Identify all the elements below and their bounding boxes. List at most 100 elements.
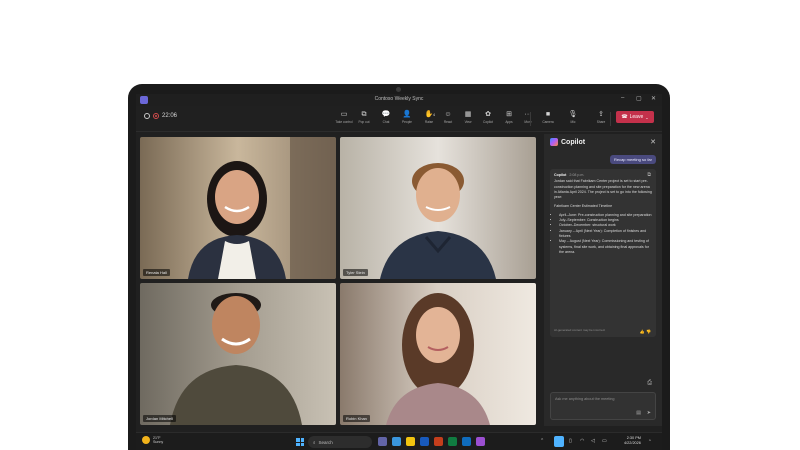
more-icon: ··· <box>524 111 532 118</box>
close-window-icon[interactable]: ✕ <box>651 95 656 102</box>
participant-name: Renata Hall <box>143 269 170 276</box>
toolbar-button-label: Pop out <box>358 120 370 124</box>
toolbar-button-label: Chat <box>382 120 390 124</box>
system-clock[interactable]: 2:30 PM 4/22/2026 <box>624 436 641 446</box>
clock-date: 4/22/2026 <box>624 441 641 445</box>
copilot-pane: Copilot ✕ Recap meeting so far Copilot 2… <box>544 134 662 426</box>
react-icon: ☺ <box>444 111 452 118</box>
outlook-app-icon[interactable] <box>462 437 471 446</box>
mic-icon: 🎙 <box>568 111 578 118</box>
excel-app-icon[interactable] <box>448 437 457 446</box>
title-bar: Contoso Weekly Sync – ▢ ✕ <box>136 94 662 106</box>
copilot-input[interactable]: Ask me anything about the meeting ▤ ➤ <box>550 392 656 420</box>
video-tile[interactable]: Tyler Stein <box>340 137 536 279</box>
share-icon: ⇪ <box>598 111 604 118</box>
feedback-icons[interactable]: 👍 👎 <box>640 329 651 334</box>
toolbar-button-label: Copilot <box>483 120 493 124</box>
take-control-icon: ▭ <box>340 111 348 118</box>
ai-disclaimer: AI-generated content may be incorrect <box>554 327 606 332</box>
battery-icon[interactable]: ▭ <box>602 438 607 444</box>
response-summary: Jordan said that Fabrikam Center project… <box>554 179 652 200</box>
view-button[interactable]: ▦ View <box>458 110 478 130</box>
copilot-title: Copilot <box>561 138 586 146</box>
response-author: Copilot <box>554 173 567 177</box>
copilot-app-icon[interactable] <box>476 437 485 446</box>
copy-icon[interactable]: ⧉ <box>647 172 651 178</box>
video-grid: Renata Hall Tyler Stein Jordan Mitchell … <box>140 137 540 425</box>
phone-hangup-icon: ☎ <box>621 114 628 120</box>
weather-temp: 21°F <box>153 436 161 440</box>
notification-bell-icon[interactable]: ◔ <box>648 438 651 444</box>
edge-app-icon[interactable] <box>392 437 401 446</box>
leave-button[interactable]: ☎ Leave ⌄ <box>616 111 654 123</box>
volume-icon[interactable]: ◁ <box>591 438 595 444</box>
toolbar-button-label: Share <box>596 120 606 124</box>
share-button[interactable]: ⇪ Share <box>591 110 611 130</box>
toolbar-divider <box>610 112 611 126</box>
search-placeholder: Search <box>318 439 333 445</box>
pop-out-icon: ⧉ <box>361 111 367 118</box>
video-tile[interactable]: Robin Khan <box>340 283 536 425</box>
tray-chevron-icon[interactable]: ⌃ <box>540 438 544 444</box>
leave-dropdown-icon[interactable]: ⌄ <box>645 115 648 120</box>
view-icon: ▦ <box>464 111 472 118</box>
maximize-icon[interactable]: ▢ <box>636 95 642 102</box>
notes-icon[interactable]: ▯ <box>569 438 572 444</box>
react-button[interactable]: ☺ React <box>438 110 458 130</box>
send-icon[interactable]: ➤ <box>647 410 651 416</box>
laptop-frame: Contoso Weekly Sync – ▢ ✕ 22:06 ▭ Take co… <box>128 84 670 450</box>
weather-desc: Sunny <box>153 440 164 445</box>
pop-out-button[interactable]: ⧉ Pop out <box>354 110 374 130</box>
response-time: 2:08 p.m. <box>569 173 585 177</box>
wifi-icon[interactable]: ◠ <box>580 438 584 444</box>
taskbar-search[interactable]: ⌕ Search <box>308 436 372 448</box>
more-button[interactable]: ··· More <box>518 110 538 130</box>
toolbar-divider <box>530 112 531 126</box>
toolbar-button-label: React <box>443 120 453 124</box>
close-icon[interactable]: ✕ <box>650 138 656 146</box>
file-explorer-icon[interactable] <box>406 437 415 446</box>
apps-button[interactable]: ⊞ Apps <box>499 110 519 130</box>
timer-text: 22:06 <box>162 113 178 119</box>
video-tile[interactable]: Jordan Mitchell <box>140 283 336 425</box>
mic-button[interactable]: 🎙 Mic <box>563 110 583 130</box>
shield-icon <box>144 113 150 119</box>
list-item: January – April (Next Year): Completion … <box>559 229 652 240</box>
meeting-timer: 22:06 <box>144 113 177 119</box>
weather-widget[interactable]: 21°F Sunny <box>142 436 163 445</box>
timeline-list: April–June: Pre-construction planning an… <box>554 213 652 255</box>
video-tile[interactable]: Renata Hall <box>140 137 336 279</box>
leave-label: Leave <box>629 114 644 120</box>
participant-video <box>140 283 336 425</box>
toolbar-button-label: Mic <box>570 120 576 124</box>
powerpoint-app-icon[interactable] <box>434 437 443 446</box>
camera-button[interactable]: ■ Camera <box>538 110 558 130</box>
recording-icon <box>153 113 159 119</box>
copilot-button[interactable]: ✿ Copilot <box>478 110 498 130</box>
copilot-header: Copilot <box>550 138 585 146</box>
windows-taskbar: 21°F Sunny ⌕ Search ⌃ ▯ ◠ ◁ ▭ 2:30 PM 4/… <box>136 432 662 450</box>
people-button[interactable]: 👤 People <box>397 110 417 130</box>
input-placeholder: Ask me anything about the meeting <box>555 397 615 401</box>
participant-name: Robin Khan <box>343 415 370 422</box>
toolbar-button-label: Camera <box>542 120 554 124</box>
webcam <box>396 87 401 92</box>
chat-button[interactable]: 💬 Chat <box>376 110 396 130</box>
apps-icon: ⊞ <box>506 111 512 118</box>
windows-start-icon[interactable] <box>296 438 304 446</box>
attach-icon[interactable]: ▤ <box>636 410 641 416</box>
people-count: 4 <box>432 112 436 117</box>
new-chat-icon[interactable]: ⎙ <box>647 380 652 387</box>
participant-video <box>340 137 536 279</box>
window-title: Contoso Weekly Sync <box>374 96 424 102</box>
clock-time: 2:30 PM <box>626 436 641 440</box>
screen: Contoso Weekly Sync – ▢ ✕ 22:06 ▭ Take co… <box>136 94 662 450</box>
participant-name: Tyler Stein <box>343 269 368 276</box>
toolbar-button-label: People <box>402 120 412 124</box>
word-app-icon[interactable] <box>420 437 429 446</box>
teams-tray-icon[interactable] <box>554 436 564 447</box>
take-control-button[interactable]: ▭ Take control <box>334 110 354 130</box>
teams-app-icon[interactable] <box>378 437 387 446</box>
toolbar-button-label: Take control <box>335 120 353 124</box>
minimize-icon[interactable]: – <box>621 95 624 101</box>
